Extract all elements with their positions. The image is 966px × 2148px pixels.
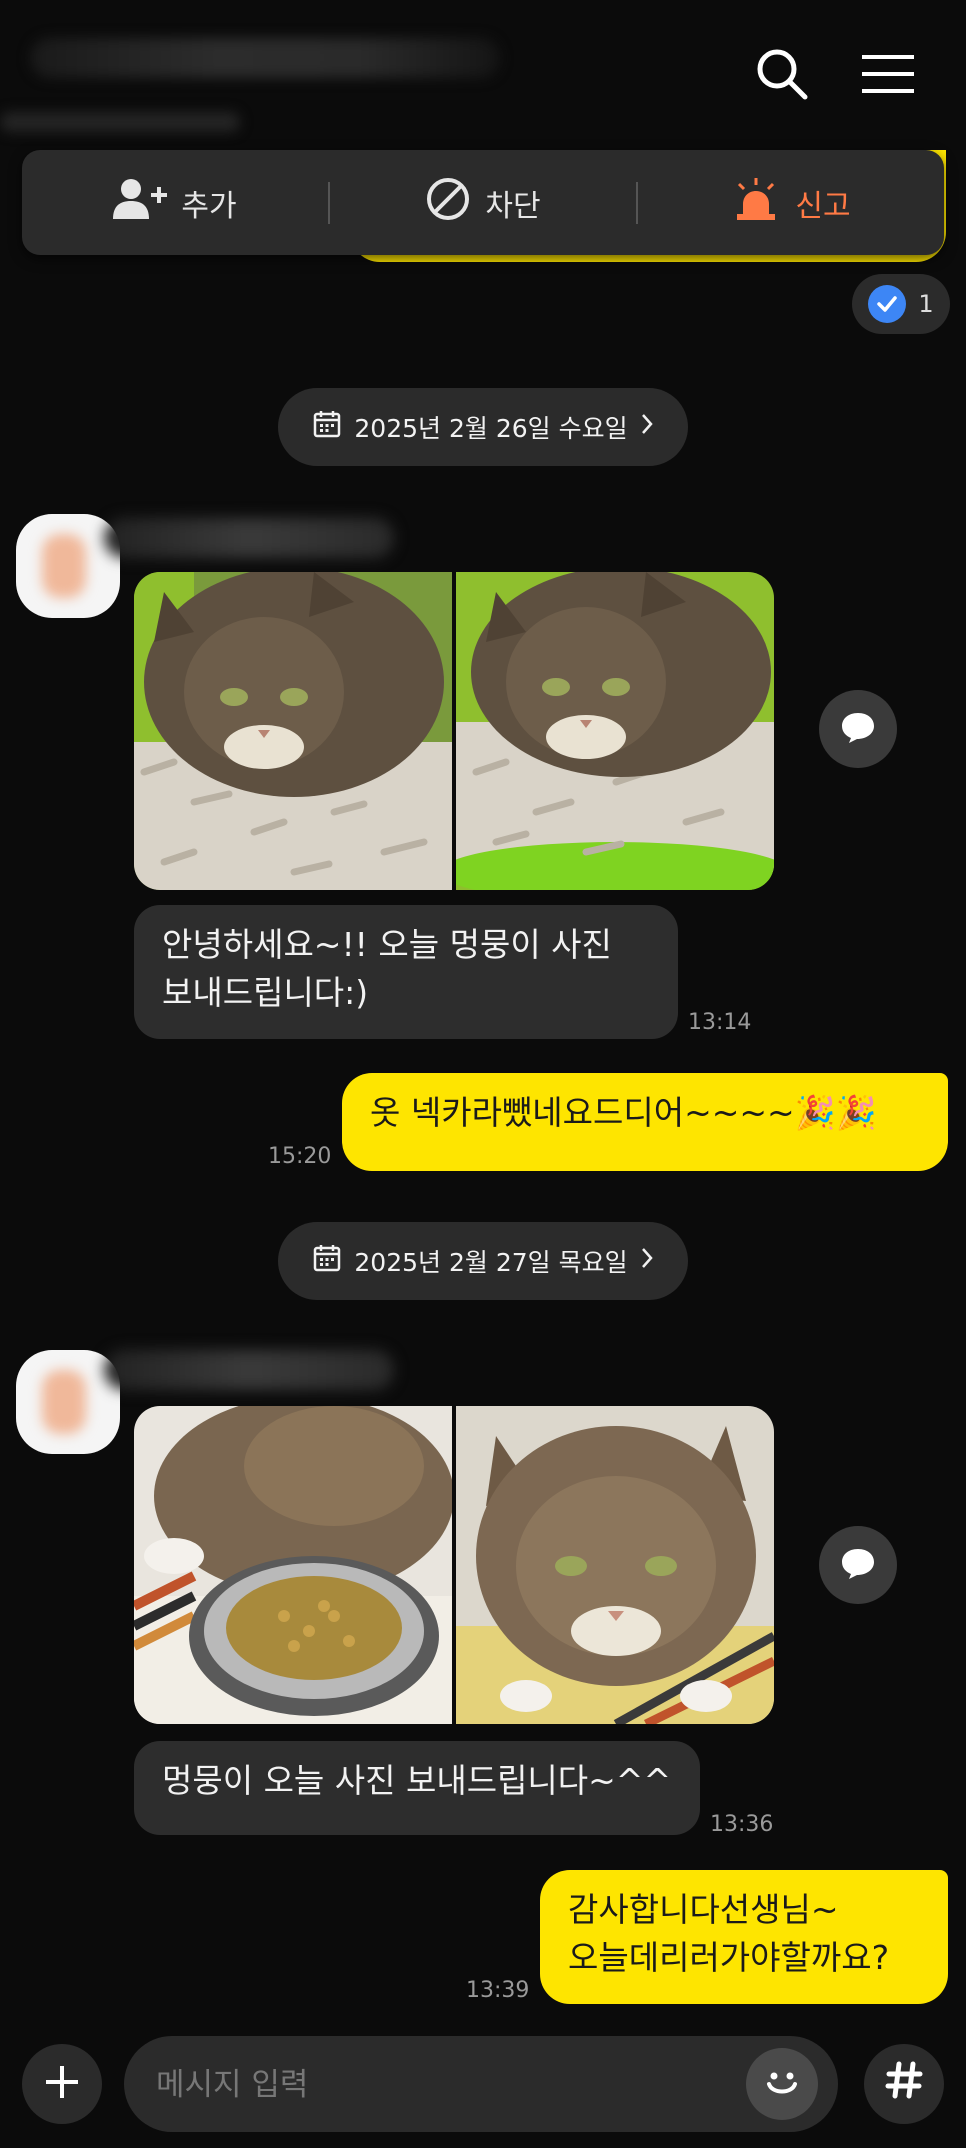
date-text: 2025년 2월 27일 목요일 bbox=[354, 1248, 628, 1277]
chevron-right-icon bbox=[640, 1246, 654, 1276]
share-button[interactable] bbox=[819, 1526, 897, 1604]
menu-icon[interactable] bbox=[860, 46, 916, 102]
chat-title-redacted bbox=[30, 38, 500, 78]
message-time: 15:20 bbox=[268, 1144, 332, 1169]
message-bubble-outgoing[interactable]: 옷 넥카라뺐네요드디어~~~~🎉🎉 bbox=[342, 1073, 948, 1171]
photo-thumbnail[interactable] bbox=[456, 572, 774, 890]
block-label: 차단 bbox=[485, 188, 541, 224]
smiley-icon bbox=[760, 2060, 804, 2108]
message-bubble-incoming[interactable]: 안녕하세요~!! 오늘 멍뭉이 사진 보내드립니다:) bbox=[134, 905, 678, 1039]
photo-thumbnail[interactable] bbox=[134, 572, 452, 890]
date-divider[interactable]: 2025년 2월 26일 수요일 bbox=[278, 388, 688, 466]
read-count: 1 bbox=[918, 290, 934, 318]
sender-name-redacted bbox=[104, 518, 394, 558]
search-icon[interactable] bbox=[754, 46, 810, 102]
top-bar bbox=[0, 0, 966, 150]
photo-thumbnail[interactable] bbox=[134, 1406, 452, 1724]
read-count-badge: 1 bbox=[852, 274, 950, 334]
siren-icon bbox=[731, 176, 781, 230]
add-label: 추가 bbox=[181, 188, 237, 224]
date-divider[interactable]: 2025년 2월 27일 목요일 bbox=[278, 1222, 688, 1300]
action-bar: 추가 차단 신고 bbox=[22, 150, 944, 255]
attach-button[interactable] bbox=[22, 2044, 102, 2124]
subtitle-redacted bbox=[0, 112, 240, 132]
avatar[interactable] bbox=[16, 514, 120, 618]
message-bubble-incoming[interactable]: 멍뭉이 오늘 사진 보내드립니다~^^ bbox=[134, 1741, 700, 1835]
report-label: 신고 bbox=[795, 188, 851, 224]
add-person-icon bbox=[113, 177, 168, 229]
speech-bubble-icon bbox=[840, 1546, 876, 1584]
hashtag-search-button[interactable] bbox=[864, 2044, 944, 2124]
message-time: 13:39 bbox=[466, 1978, 530, 2003]
message-input-container bbox=[124, 2036, 838, 2134]
calendar-icon bbox=[312, 409, 342, 445]
message-time: 13:36 bbox=[710, 1812, 774, 1837]
add-friend-button[interactable]: 추가 bbox=[22, 150, 328, 255]
speech-bubble-icon bbox=[840, 710, 876, 748]
message-input[interactable] bbox=[154, 2036, 738, 2134]
block-icon bbox=[425, 176, 471, 230]
block-button[interactable]: 차단 bbox=[330, 150, 636, 255]
message-time: 13:14 bbox=[688, 1010, 752, 1035]
share-button[interactable] bbox=[819, 690, 897, 768]
message-bubble-outgoing[interactable]: 감사합니다선생님~ 오늘데리러가야할까요? bbox=[540, 1870, 948, 2004]
date-text: 2025년 2월 26일 수요일 bbox=[354, 414, 628, 443]
hashtag-icon bbox=[884, 2057, 924, 2111]
photo-thumbnail[interactable] bbox=[456, 1406, 774, 1724]
chevron-right-icon bbox=[640, 412, 654, 442]
plus-icon bbox=[44, 2064, 80, 2104]
calendar-icon bbox=[312, 1243, 342, 1279]
emoji-button[interactable] bbox=[746, 2048, 818, 2120]
sender-name-redacted bbox=[104, 1350, 394, 1390]
report-button[interactable]: 신고 bbox=[638, 150, 944, 255]
check-icon bbox=[868, 285, 907, 323]
